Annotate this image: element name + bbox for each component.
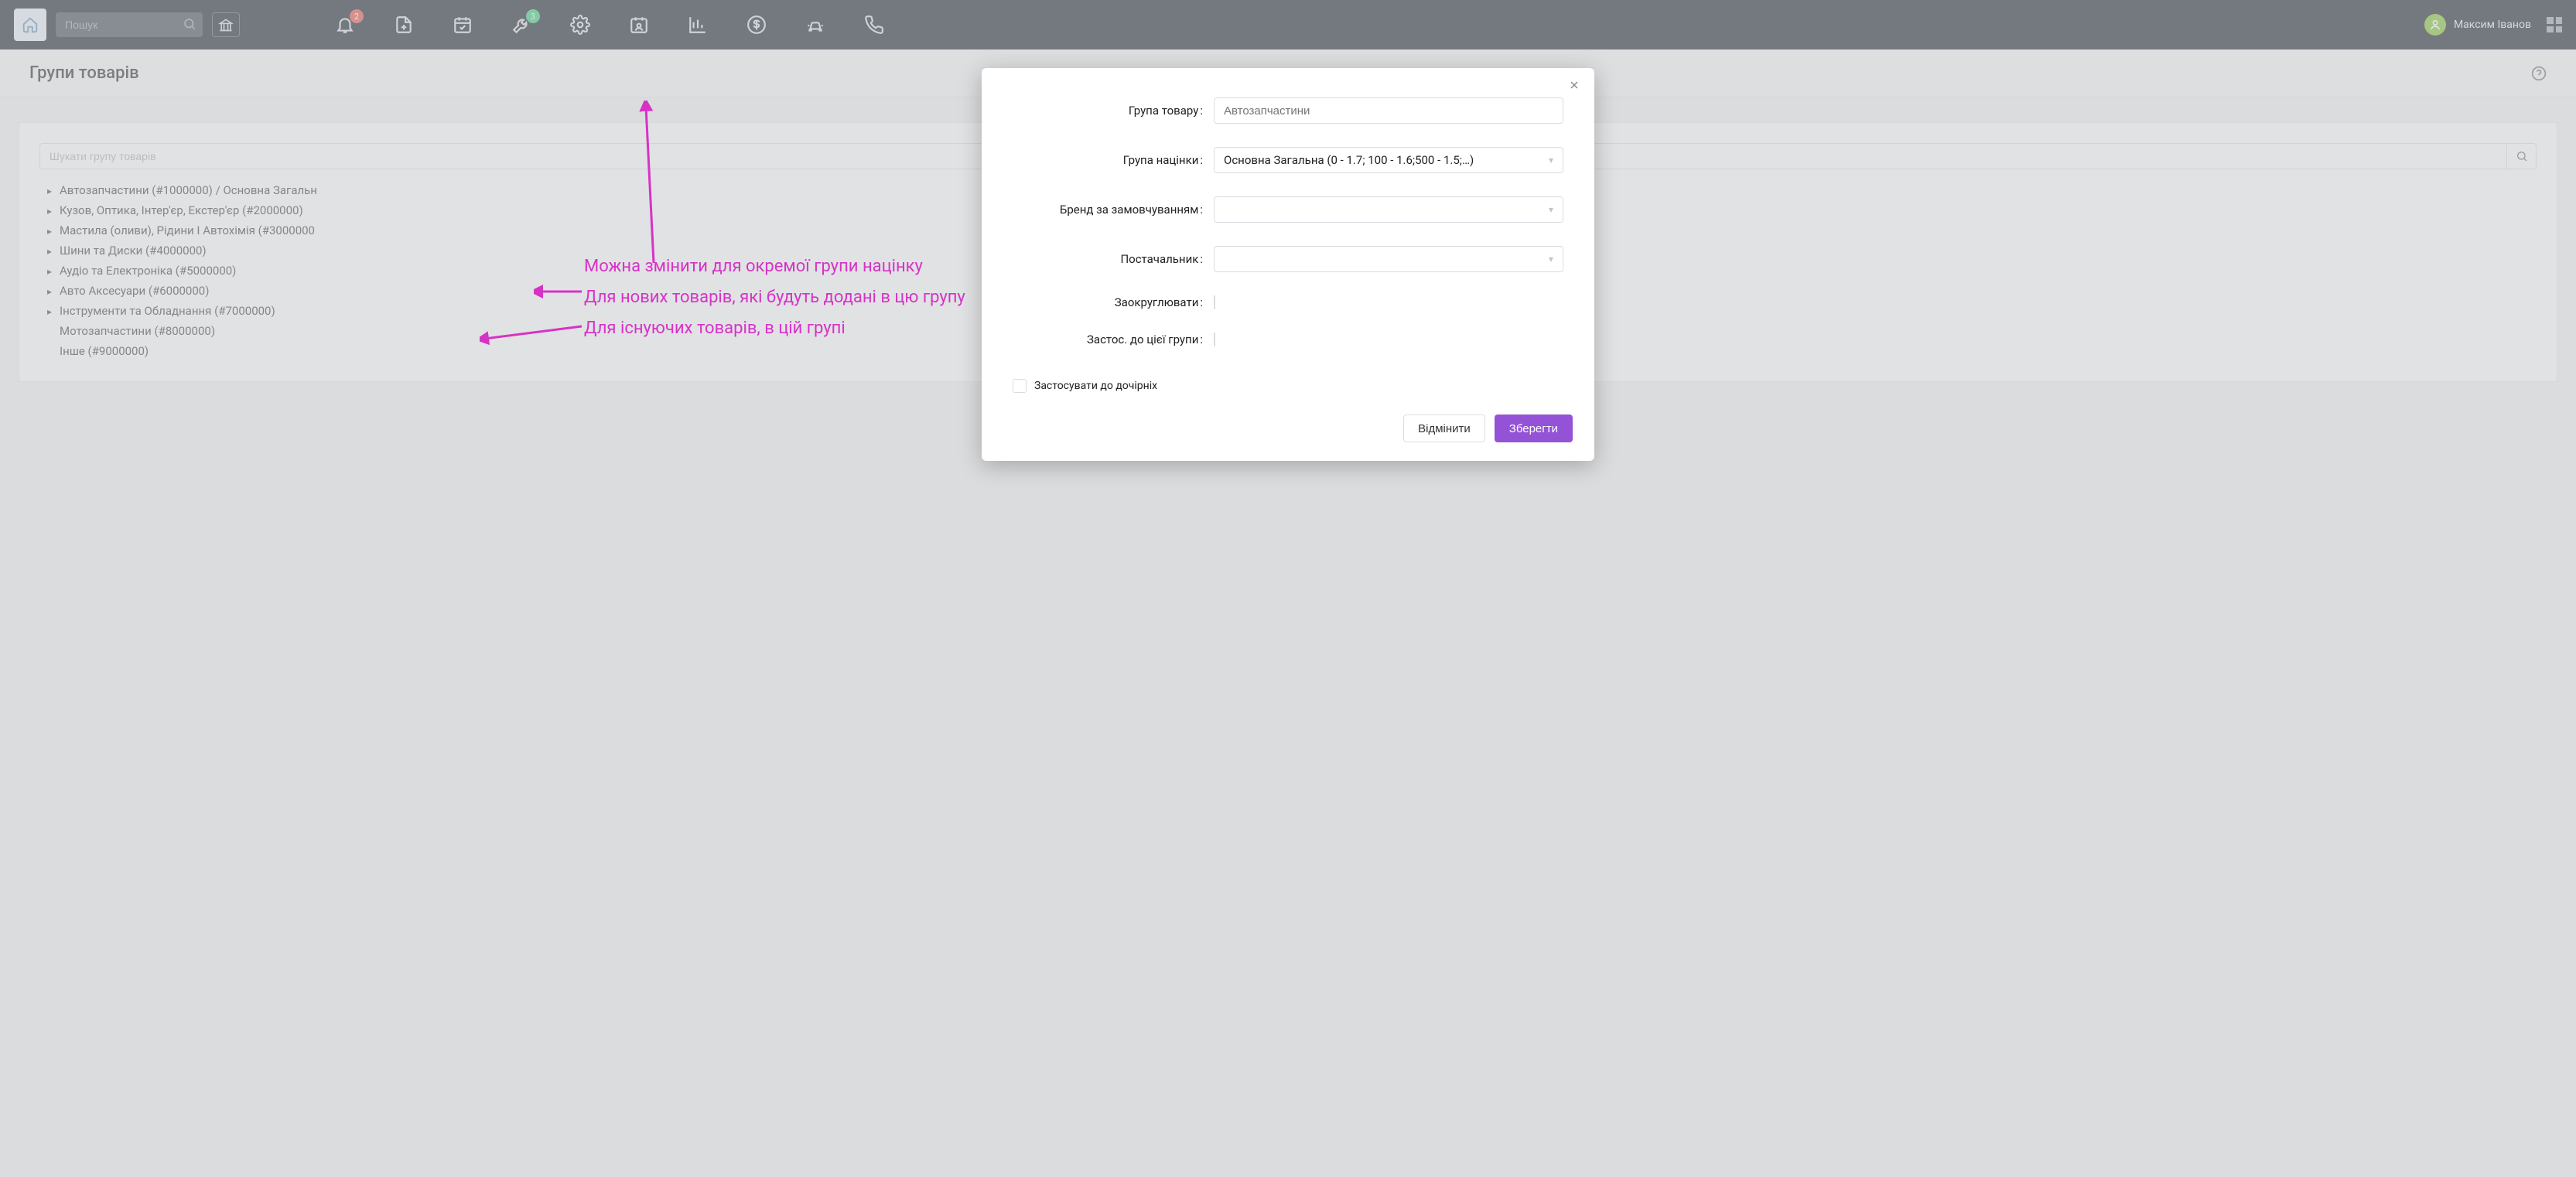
apply-this-checkbox[interactable]: [1214, 333, 1215, 346]
apply-children-row: Застосувати до дочірніх: [982, 379, 1594, 393]
cancel-button[interactable]: Відмінити: [1403, 415, 1485, 442]
chevron-down-icon: ▾: [1549, 254, 1553, 264]
annotation-line2: Для нових товарів, які будуть додані в ц…: [584, 288, 965, 307]
modal-footer: Відмінити Зберегти: [982, 415, 1594, 442]
chevron-down-icon: ▾: [1549, 204, 1553, 215]
supplier-select[interactable]: ▾: [1214, 246, 1563, 272]
brand-label: Бренд за замовчуванням: [1013, 203, 1214, 217]
apply-this-label: Застос. до цієї групи: [1013, 333, 1214, 346]
close-icon: [1568, 79, 1580, 91]
group-input: [1214, 97, 1563, 124]
annotation-arrow-2: [534, 285, 588, 299]
supplier-label: Постачальник: [1013, 252, 1214, 266]
modal-overlay: Група товару Група націнки Основна Загал…: [0, 0, 2576, 1177]
round-checkbox[interactable]: [1214, 295, 1215, 309]
chevron-down-icon: ▾: [1549, 155, 1553, 165]
brand-select[interactable]: ▾: [1214, 196, 1563, 223]
edit-group-modal: Група товару Група націнки Основна Загал…: [982, 68, 1594, 461]
round-label: Заокруглювати: [1013, 295, 1214, 309]
close-button[interactable]: [1568, 79, 1580, 91]
annotation-line3: Для існуючих товарів, в цій групі: [584, 319, 846, 338]
save-button[interactable]: Зберегти: [1495, 415, 1573, 442]
markup-select[interactable]: Основна Загальна (0 - 1.7; 100 - 1.6;500…: [1214, 147, 1563, 173]
markup-label: Група націнки: [1013, 153, 1214, 167]
annotation-line1: Можна змінити для окремої групи націнку: [584, 257, 923, 276]
modal-body: Група товару Група націнки Основна Загал…: [982, 76, 1594, 360]
annotation-arrow-3: [480, 322, 588, 345]
markup-value: Основна Загальна (0 - 1.7; 100 - 1.6;500…: [1224, 153, 1474, 167]
apply-children-label: Застосувати до дочірніх: [1034, 380, 1157, 392]
annotation-arrow-1: [632, 101, 671, 271]
group-label: Група товару: [1013, 104, 1214, 118]
apply-children-checkbox[interactable]: [1013, 379, 1027, 393]
